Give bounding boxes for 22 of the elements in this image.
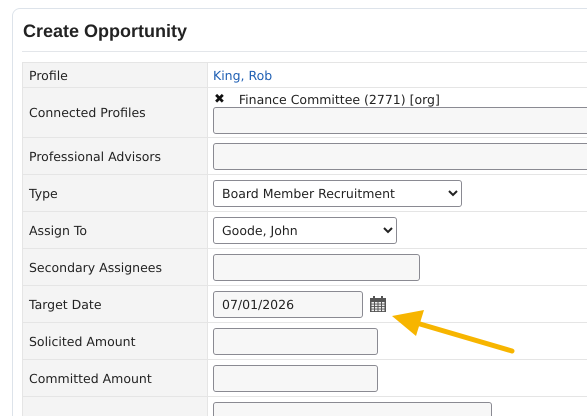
input-field[interactable] (213, 254, 420, 280)
field-label: Profile (29, 68, 68, 82)
calendar-icon[interactable] (369, 295, 387, 313)
field-label: Connected Profiles (29, 105, 146, 120)
field-label: Professional Advisors (29, 148, 162, 164)
input-field[interactable] (213, 107, 587, 134)
connected-profile: Finance Committee (2771) [org] (238, 92, 440, 107)
field-label: Secondary Assignees (29, 260, 162, 274)
dropdown[interactable]: Goode, John (213, 216, 397, 244)
remove-icon[interactable]: ✖ (213, 92, 225, 107)
field-label: Committed Amount (29, 370, 152, 386)
field-label: Type (29, 186, 58, 200)
form-title: Create Opportunity (22, 20, 188, 43)
input-field[interactable] (213, 142, 587, 170)
field-label: Target Date (29, 296, 102, 312)
profile-link[interactable]: King, Rob (213, 68, 272, 82)
field-label: Assign To (29, 222, 88, 238)
dropdown[interactable]: Board Member Recruitment (213, 180, 462, 206)
input-field[interactable]: 07/01/2026 (213, 290, 363, 318)
input-field[interactable] (213, 364, 378, 392)
input-field[interactable] (213, 328, 378, 354)
field-label: Solicited Amount (29, 334, 136, 348)
